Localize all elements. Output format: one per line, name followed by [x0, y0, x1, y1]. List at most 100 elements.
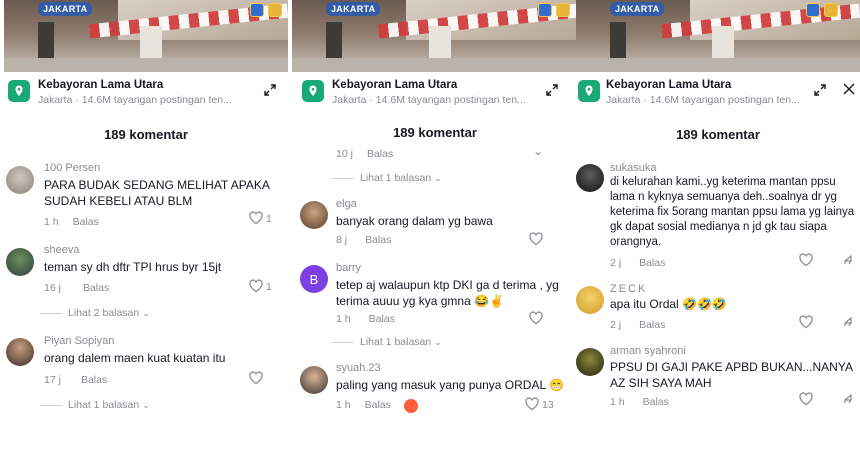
comment-text: teman sy dh dftr TPI hrus byr 15jt	[44, 260, 222, 274]
heart-icon[interactable]	[248, 278, 264, 294]
comment-username[interactable]: arman syahroni	[610, 345, 686, 357]
like-count: 1	[266, 213, 272, 225]
crest-icon	[268, 3, 282, 17]
comment-meta: 16 j Balas	[44, 282, 109, 294]
avatar[interactable]	[6, 166, 34, 194]
avatar[interactable]	[6, 248, 34, 276]
reply-button[interactable]: Balas	[367, 148, 393, 160]
comment-time: 17 j	[44, 374, 61, 386]
comment-time: 2 j	[610, 257, 622, 269]
crest-icon	[556, 3, 570, 17]
view-replies-button[interactable]: Lihat 1 balasan ⌄	[332, 172, 442, 184]
comment-time: 2 j	[610, 319, 622, 331]
event-logo: JAKARTA	[326, 2, 381, 16]
comments-panel-3: JAKARTA Kebayoran Lama Utara Jakarta · 1…	[576, 0, 860, 440]
heart-icon[interactable]	[528, 231, 544, 247]
comment-username[interactable]: sukasuka	[610, 162, 656, 174]
crest-icon	[538, 3, 552, 17]
reply-button[interactable]: Balas	[73, 216, 99, 228]
video-thumbnail[interactable]: JAKARTA	[4, 0, 288, 72]
comment-text: apa itu Ordal 🤣🤣🤣	[610, 297, 727, 311]
expand-icon[interactable]	[812, 82, 828, 98]
video-thumbnail[interactable]: JAKARTA	[292, 0, 578, 72]
avatar[interactable]	[6, 338, 34, 366]
crest-icon	[824, 3, 838, 17]
comment-text: orang dalem maen kuat kuatan itu	[44, 351, 226, 365]
reply-button[interactable]: Balas	[643, 396, 669, 408]
comment-username[interactable]: sheeva	[44, 244, 79, 256]
share-icon[interactable]	[842, 315, 856, 329]
location-subtitle: Jakarta · 14.6M tayangan postingan ten..…	[606, 94, 800, 106]
avatar[interactable]	[576, 348, 604, 376]
comment-count: 189 komentar	[104, 127, 188, 142]
heart-icon[interactable]	[798, 252, 814, 268]
avatar[interactable]: B	[300, 265, 328, 293]
expand-icon[interactable]	[262, 82, 278, 98]
reply-button[interactable]: Balas	[83, 282, 109, 294]
comment-username[interactable]: syuah.23	[336, 362, 381, 374]
heart-icon[interactable]	[524, 396, 540, 412]
location-pin-icon	[302, 80, 324, 102]
comment-time: 1 h	[610, 396, 625, 408]
share-icon[interactable]	[842, 253, 856, 267]
event-logo: JAKARTA	[610, 2, 665, 16]
comment-time: 10 j	[336, 148, 353, 160]
comment-time: 8 j	[336, 234, 348, 246]
reply-button[interactable]: Balas	[365, 399, 391, 411]
expand-icon[interactable]	[544, 82, 560, 98]
reply-button[interactable]: Balas	[365, 234, 391, 246]
reply-button[interactable]: Balas	[369, 313, 395, 325]
comment-username[interactable]: elga	[336, 198, 357, 210]
comment-text: di kelurahan kami..yg keterima mantan pp…	[610, 176, 855, 248]
comment-time: 1 h	[336, 313, 351, 325]
comment-time: 1 h	[44, 216, 59, 228]
heart-icon[interactable]	[248, 210, 264, 226]
comment-text: tetep aj walaupun ktp DKI ga d terima , …	[336, 278, 559, 308]
comment-count: 189 komentar	[676, 127, 760, 142]
location-header[interactable]: Kebayoran Lama Utara Jakarta · 14.6M tay…	[4, 76, 288, 110]
comment-meta: 2 j Balas	[610, 319, 665, 331]
comment-meta: 10 j Balas	[336, 148, 393, 160]
comment-username[interactable]: barry	[336, 262, 361, 274]
view-replies-button[interactable]: Lihat 1 balasan ⌄	[332, 336, 442, 348]
avatar[interactable]	[300, 366, 328, 394]
event-logo: JAKARTA	[38, 2, 93, 16]
comment-username[interactable]: Piyan Sopiyan	[44, 335, 114, 347]
reply-button[interactable]: Balas	[639, 257, 665, 269]
location-header[interactable]: Kebayoran Lama Utara Jakarta · 14.6M tay…	[576, 76, 860, 110]
location-title: Kebayoran Lama Utara	[606, 79, 732, 91]
location-title: Kebayoran Lama Utara	[332, 79, 458, 91]
comment-username[interactable]: 100 Persen	[44, 162, 100, 174]
comment-time: 1 h	[336, 399, 351, 411]
location-title: Kebayoran Lama Utara	[38, 79, 164, 91]
chevron-down-icon: ⌄	[142, 400, 150, 410]
heart-icon[interactable]	[528, 310, 544, 326]
view-replies-button[interactable]: Lihat 2 balasan ⌄	[40, 307, 150, 319]
share-icon[interactable]	[842, 392, 856, 406]
heart-icon[interactable]	[798, 314, 814, 330]
comment-text: paling yang masuk yang punya ORDAL 😁	[336, 378, 564, 392]
comment-text: banyak orang dalam yg bawa	[336, 214, 493, 228]
reply-button[interactable]: Balas	[81, 374, 107, 386]
chevron-down-icon[interactable]: ⌄	[533, 144, 543, 158]
location-subtitle: Jakarta · 14.6M tayangan postingan ten..…	[38, 94, 232, 106]
view-replies-button[interactable]: Lihat 1 balasan ⌄	[40, 399, 150, 411]
reply-button[interactable]: Balas	[639, 319, 665, 331]
heart-icon[interactable]	[248, 370, 264, 386]
comment-time: 16 j	[44, 282, 61, 294]
avatar[interactable]	[576, 164, 604, 192]
comment-text: PPSU DI GAJI PAKE APBD BUKAN...NANYA AZ …	[610, 360, 853, 390]
close-icon[interactable]	[842, 82, 856, 96]
chevron-down-icon: ⌄	[434, 337, 442, 347]
comments-panel-2: JAKARTA Kebayoran Lama Utara Jakarta · 1…	[292, 0, 578, 440]
reaction-icon	[404, 399, 418, 413]
location-pin-icon	[8, 80, 30, 102]
comment-username[interactable]: ZECK	[610, 283, 647, 295]
heart-icon[interactable]	[798, 391, 814, 407]
video-thumbnail[interactable]: JAKARTA	[576, 0, 860, 72]
comment-text: PARA BUDAK SEDANG MELIHAT APAKA SUDAH KE…	[44, 178, 270, 208]
location-header[interactable]: Kebayoran Lama Utara Jakarta · 14.6M tay…	[292, 76, 578, 110]
avatar[interactable]	[576, 286, 604, 314]
avatar[interactable]	[300, 201, 328, 229]
comments-panel-1: JAKARTA Kebayoran Lama Utara Jakarta · 1…	[4, 0, 288, 440]
